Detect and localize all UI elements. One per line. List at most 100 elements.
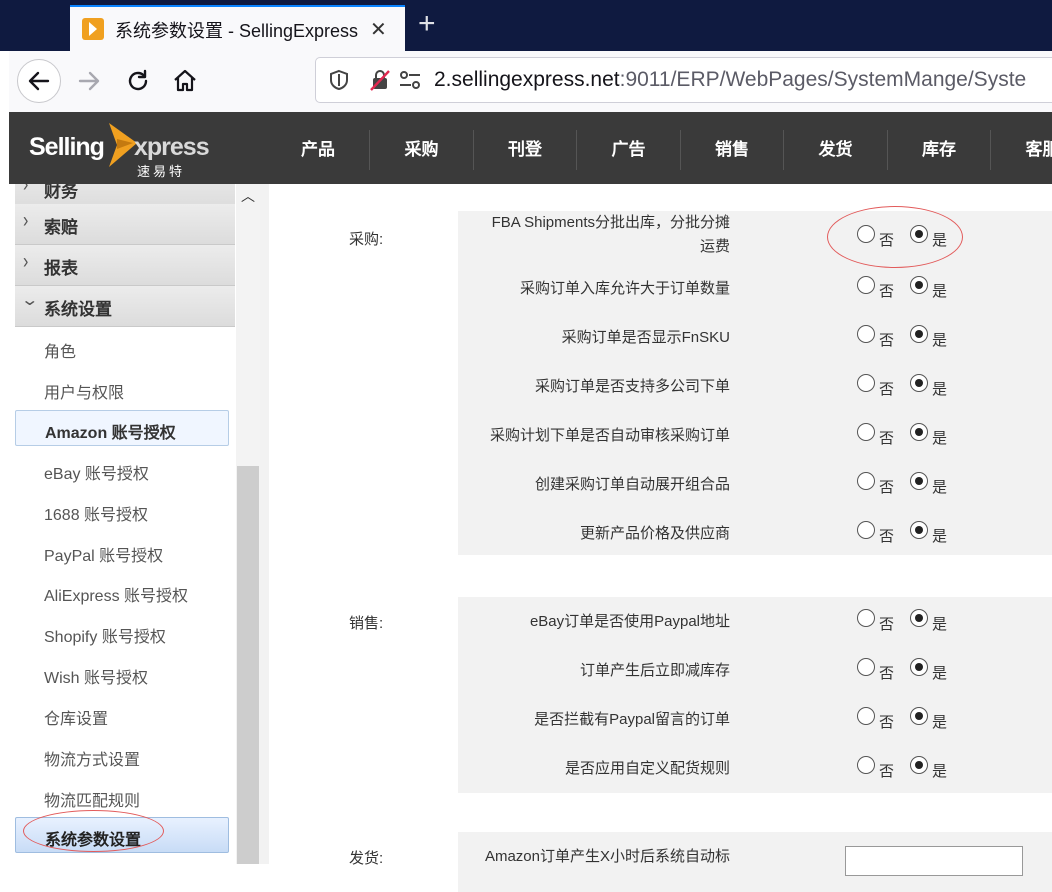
setting-label-line: 更新产品价格及供应商 (580, 522, 730, 546)
radio-label: 是 (932, 427, 947, 448)
radio-circle[interactable] (857, 609, 875, 627)
radio-yes[interactable]: 是 (910, 325, 980, 351)
section-label: 采购: (349, 228, 383, 249)
radio-label: 是 (932, 525, 947, 546)
scroll-up-arrow-icon[interactable]: ︿ (241, 186, 255, 206)
sidebar-group-label: 报表 (44, 254, 78, 279)
reload-button[interactable] (118, 61, 158, 101)
radio-label: 否 (879, 280, 894, 301)
radio-circle[interactable] (857, 756, 875, 774)
chevron-right-icon: › (23, 210, 28, 233)
logo-word-selling: Selling (29, 133, 104, 162)
menu-item[interactable]: 发货 (785, 130, 888, 170)
radio-circle[interactable] (857, 276, 875, 294)
browser-tab[interactable]: 系统参数设置 - SellingExpress ✕ (70, 5, 405, 51)
sidebar-group-label: 系统设置 (44, 295, 112, 320)
sidebar-scrollbar-thumb[interactable] (237, 466, 259, 864)
radio-yes[interactable]: 是 (910, 756, 980, 782)
radio-circle[interactable] (857, 374, 875, 392)
sidebar-item[interactable]: PayPal 账号授权 (15, 534, 229, 570)
sidebar-item[interactable]: 仓库设置 (15, 697, 229, 733)
new-tab-button[interactable]: + (418, 7, 436, 41)
radio-circle[interactable] (910, 707, 928, 725)
setting-row: 更新产品价格及供应商否是 (458, 509, 1052, 558)
sidebar-item-label: 仓库设置 (44, 705, 108, 729)
radio-yes[interactable]: 是 (910, 423, 980, 449)
close-tab-icon[interactable]: ✕ (370, 17, 387, 42)
reload-icon (125, 68, 151, 94)
browser-tab-strip: 系统参数设置 - SellingExpress ✕ + (0, 0, 1052, 51)
radio-yes[interactable]: 是 (910, 472, 980, 498)
sidebar-item[interactable]: 物流匹配规则 (15, 779, 229, 815)
radio-yes[interactable]: 是 (910, 374, 980, 400)
insecure-lock-icon[interactable] (368, 68, 392, 92)
permissions-icon[interactable] (398, 69, 422, 91)
sidebar-group[interactable]: ›报表 (15, 245, 235, 286)
menu-item[interactable]: 库存 (888, 130, 991, 170)
sidebar-item-label: PayPal 账号授权 (44, 542, 163, 566)
radio-yes[interactable]: 是 (910, 658, 980, 684)
radio-circle[interactable] (910, 756, 928, 774)
forward-button[interactable] (69, 61, 109, 101)
radio-circle[interactable] (910, 423, 928, 441)
radio-circle[interactable] (910, 325, 928, 343)
radio-label: 是 (932, 760, 947, 781)
setting-row: 是否拦截有Paypal留言的订单否是 (458, 695, 1052, 744)
radio-yes[interactable]: 是 (910, 521, 980, 547)
setting-label: eBay订单是否使用Paypal地址 (530, 610, 730, 634)
sidebar-item[interactable]: AliExpress 账号授权 (15, 574, 229, 610)
sidebar-item-label: AliExpress 账号授权 (44, 582, 188, 606)
radio-circle[interactable] (857, 658, 875, 676)
sidebar-group-label: 索赔 (44, 213, 78, 238)
sidebar-item[interactable]: 角色 (15, 330, 229, 366)
radio-circle[interactable] (857, 423, 875, 441)
radio-circle[interactable] (857, 325, 875, 343)
radio-circle[interactable] (910, 658, 928, 676)
radio-circle[interactable] (857, 521, 875, 539)
sidebar-group[interactable]: › 索赔 (15, 204, 235, 245)
sidebar-item[interactable]: 1688 账号授权 (15, 493, 229, 529)
url-text[interactable]: 2.sellingexpress.net:9011/ERP/WebPages/S… (434, 68, 1026, 92)
sidebar-item[interactable]: 用户与权限 (15, 371, 229, 407)
back-button[interactable] (17, 59, 61, 103)
sidebar-item-label: Amazon 账号授权 (45, 419, 176, 443)
setting-label-line: 运费 (492, 235, 730, 259)
home-icon (172, 68, 198, 94)
radio-label: 否 (879, 662, 894, 683)
radio-yes[interactable]: 是 (910, 609, 980, 635)
radio-yes[interactable]: 是 (910, 276, 980, 302)
menu-item[interactable]: 销售 (681, 130, 784, 170)
radio-yes[interactable]: 是 (910, 707, 980, 733)
menu-item[interactable]: 广告 (578, 130, 681, 170)
sidebar-item-label: 物流匹配规则 (44, 787, 140, 811)
sidebar-item[interactable]: Shopify 账号授权 (15, 615, 229, 651)
sidebar-item[interactable]: 物流方式设置 (15, 738, 229, 774)
radio-circle[interactable] (910, 374, 928, 392)
radio-label: 是 (932, 662, 947, 683)
hours-input[interactable] (845, 846, 1023, 876)
radio-circle[interactable] (910, 472, 928, 490)
setting-row: 采购计划下单是否自动审核采购订单否是 (458, 411, 1052, 460)
radio-circle[interactable] (910, 521, 928, 539)
home-button[interactable] (165, 61, 205, 101)
radio-circle[interactable] (910, 609, 928, 627)
sellingexpress-logo[interactable]: Selling xpress 速易特 (29, 129, 229, 177)
menu-item[interactable]: 采购 (371, 130, 474, 170)
tracking-shield-icon[interactable] (328, 69, 350, 91)
radio-circle[interactable] (857, 472, 875, 490)
radio-label: 否 (879, 378, 894, 399)
menu-item[interactable]: 刊登 (474, 130, 577, 170)
sidebar-item[interactable]: eBay 账号授权 (15, 452, 229, 488)
setting-label: 订单产生后立即减库存 (580, 659, 730, 683)
setting-label: Amazon订单产生X小时后系统自动标 (485, 845, 730, 869)
radio-circle[interactable] (857, 707, 875, 725)
radio-label: 否 (879, 476, 894, 497)
setting-label: 是否拦截有Paypal留言的订单 (534, 708, 730, 732)
sidebar-item[interactable]: Amazon 账号授权 (15, 410, 229, 446)
sidebar-group[interactable]: ⌄系统设置 (15, 286, 235, 327)
sidebar-item[interactable]: Wish 账号授权 (15, 656, 229, 692)
radio-circle[interactable] (910, 276, 928, 294)
address-bar[interactable]: 2.sellingexpress.net:9011/ERP/WebPages/S… (315, 57, 1052, 103)
menu-item[interactable]: 产品 (267, 130, 370, 170)
menu-item[interactable]: 客服 (992, 130, 1052, 170)
